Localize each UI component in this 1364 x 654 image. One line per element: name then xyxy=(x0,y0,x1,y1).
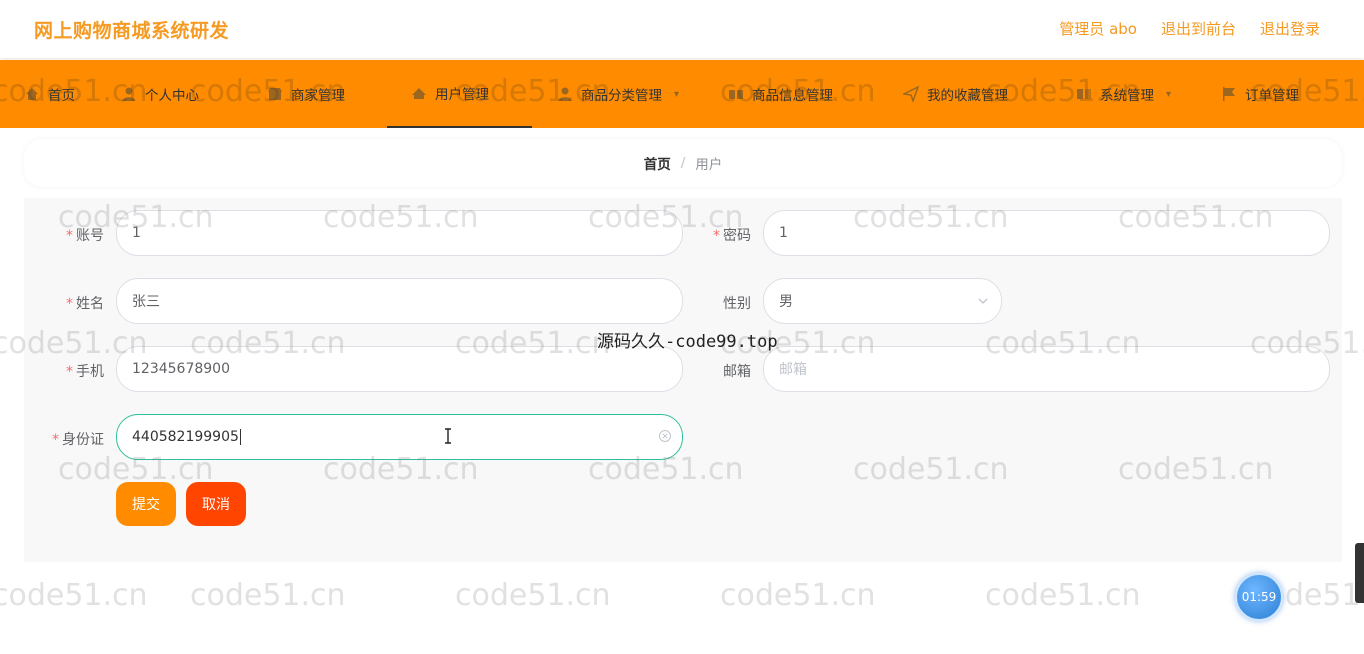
top-header: 网上购物商城系统研发 管理员 abo 退出到前台 退出登录 xyxy=(0,0,1364,58)
password-label: * 密码 xyxy=(713,228,751,244)
email-label: 邮箱 xyxy=(723,364,751,380)
nav-item-label: 商品分类管理 xyxy=(581,88,662,104)
watermark: code51.cn xyxy=(985,578,1141,613)
breadcrumb-separator: / xyxy=(680,155,686,171)
users-icon xyxy=(411,85,427,101)
nav-item-merchant[interactable]: 商家管理 xyxy=(267,60,345,128)
nav-item-category[interactable]: 商品分类管理 ▾ xyxy=(557,60,679,128)
required-mark: * xyxy=(66,228,73,244)
nav-item-label: 首页 xyxy=(48,88,75,104)
nav-item-favorites[interactable]: 我的收藏管理 xyxy=(903,60,1008,128)
account-label: * 账号 xyxy=(66,228,104,244)
phone-label: * 手机 xyxy=(66,364,104,380)
nav-item-system[interactable]: 系统管理 ▾ xyxy=(1076,60,1171,128)
category-icon xyxy=(557,86,573,102)
center-watermark: 源码久久-code99.top xyxy=(597,332,778,352)
timer-badge[interactable]: 01:59 xyxy=(1235,573,1283,621)
breadcrumb-home[interactable]: 首页 xyxy=(644,153,671,173)
required-mark: * xyxy=(52,432,59,448)
nav-item-label: 我的收藏管理 xyxy=(927,88,1008,104)
shop-icon xyxy=(267,86,283,102)
nav-item-label: 商品信息管理 xyxy=(752,88,833,104)
nav-item-orders[interactable]: 订单管理 xyxy=(1221,60,1299,128)
submit-button[interactable]: 提交 xyxy=(116,482,176,526)
side-widget[interactable] xyxy=(1355,543,1364,603)
logout-link[interactable]: 退出登录 xyxy=(1260,18,1320,39)
required-mark: * xyxy=(66,296,73,312)
gender-select[interactable]: 男 xyxy=(763,278,1002,324)
site-title: 网上购物商城系统研发 xyxy=(34,20,230,42)
home-icon xyxy=(24,86,40,102)
system-icon xyxy=(1076,86,1092,102)
watermark: code51.cn xyxy=(455,578,611,613)
exit-to-front-link[interactable]: 退出到前台 xyxy=(1161,18,1236,39)
watermark: code51.cn xyxy=(720,578,876,613)
phone-input[interactable]: 12345678900 xyxy=(116,346,683,392)
chevron-down-icon: ▾ xyxy=(1166,88,1172,100)
nav-item-goods[interactable]: 商品信息管理 xyxy=(728,60,833,128)
text-caret xyxy=(239,429,241,445)
ibeam-cursor-icon xyxy=(445,428,451,444)
nav-item-label: 系统管理 xyxy=(1100,88,1154,104)
id-card-label: * 身份证 xyxy=(52,432,104,448)
nav-item-label: 用户管理 xyxy=(435,87,489,103)
required-mark: * xyxy=(713,228,720,244)
account-input[interactable]: 1 xyxy=(116,210,683,256)
watermark: code51.cn xyxy=(190,578,346,613)
main-nav: 首页 个人中心 商家管理 用户管理 商品分类管理 ▾ 商品信息管理 我的收藏管理… xyxy=(0,60,1364,128)
nav-item-user-management[interactable]: 用户管理 xyxy=(387,60,532,128)
nav-item-personal-center[interactable]: 个人中心 xyxy=(121,60,199,128)
gender-label: 性别 xyxy=(723,296,751,312)
chevron-down-icon xyxy=(978,298,988,304)
required-mark: * xyxy=(66,364,73,380)
watermark: code51.cn xyxy=(0,578,148,613)
clear-icon[interactable] xyxy=(658,429,672,443)
nav-item-label: 商家管理 xyxy=(291,88,345,104)
id-card-input[interactable]: 440582199905 xyxy=(116,414,683,460)
name-input[interactable]: 张三 xyxy=(116,278,683,324)
name-label: * 姓名 xyxy=(66,296,104,312)
cancel-button[interactable]: 取消 xyxy=(186,482,246,526)
flag-icon xyxy=(1221,86,1237,102)
nav-item-label: 个人中心 xyxy=(145,88,199,104)
nav-item-home[interactable]: 首页 xyxy=(24,60,75,128)
user-icon xyxy=(121,86,137,102)
email-input[interactable]: 邮箱 xyxy=(763,346,1330,392)
breadcrumb-current: 用户 xyxy=(695,157,723,173)
send-icon xyxy=(903,86,919,102)
password-input[interactable]: 1 xyxy=(763,210,1330,256)
chevron-down-icon: ▾ xyxy=(674,88,680,100)
breadcrumb: 首页 / 用户 xyxy=(24,139,1342,187)
header-links: 管理员 abo 退出到前台 退出登录 xyxy=(1059,18,1320,39)
nav-item-label: 订单管理 xyxy=(1245,88,1299,104)
goods-icon xyxy=(728,86,744,102)
admin-user-label: 管理员 abo xyxy=(1059,20,1137,38)
